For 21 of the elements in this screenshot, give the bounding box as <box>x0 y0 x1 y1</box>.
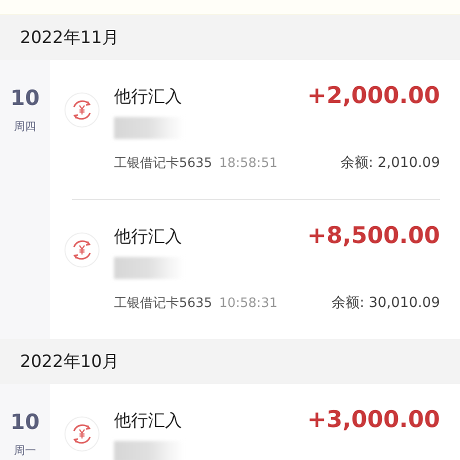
yuan-exchange-icon <box>64 92 100 128</box>
month-header: 2022年11月 <box>0 15 460 60</box>
transaction-time: 18:58:51 <box>219 156 278 171</box>
weekday-label: 周一 <box>14 443 36 458</box>
yuan-exchange-icon <box>64 232 100 268</box>
balance-text: 余额: 2,010.09 <box>340 154 440 172</box>
card-label: 工银借记卡5635 <box>114 155 212 172</box>
transaction-title: 他行汇入 <box>114 86 182 108</box>
transaction-title: 他行汇入 <box>114 410 182 432</box>
transaction-amount: +8,500.00 <box>307 223 440 249</box>
card-label: 工银借记卡5635 <box>114 295 212 312</box>
month-header: 2022年10月 <box>0 339 460 384</box>
balance-text: 余额: 30,010.09 <box>332 294 440 312</box>
transaction-amount: +2,000.00 <box>307 83 440 109</box>
day-number: 10 <box>10 412 40 433</box>
transaction-title: 他行汇入 <box>114 226 182 248</box>
weekday-label: 周四 <box>14 119 36 134</box>
day-number: 10 <box>10 88 40 109</box>
yuan-exchange-icon <box>64 416 100 452</box>
transaction-amount: +3,000.00 <box>307 407 440 433</box>
transaction-time: 10:58:31 <box>219 296 278 311</box>
